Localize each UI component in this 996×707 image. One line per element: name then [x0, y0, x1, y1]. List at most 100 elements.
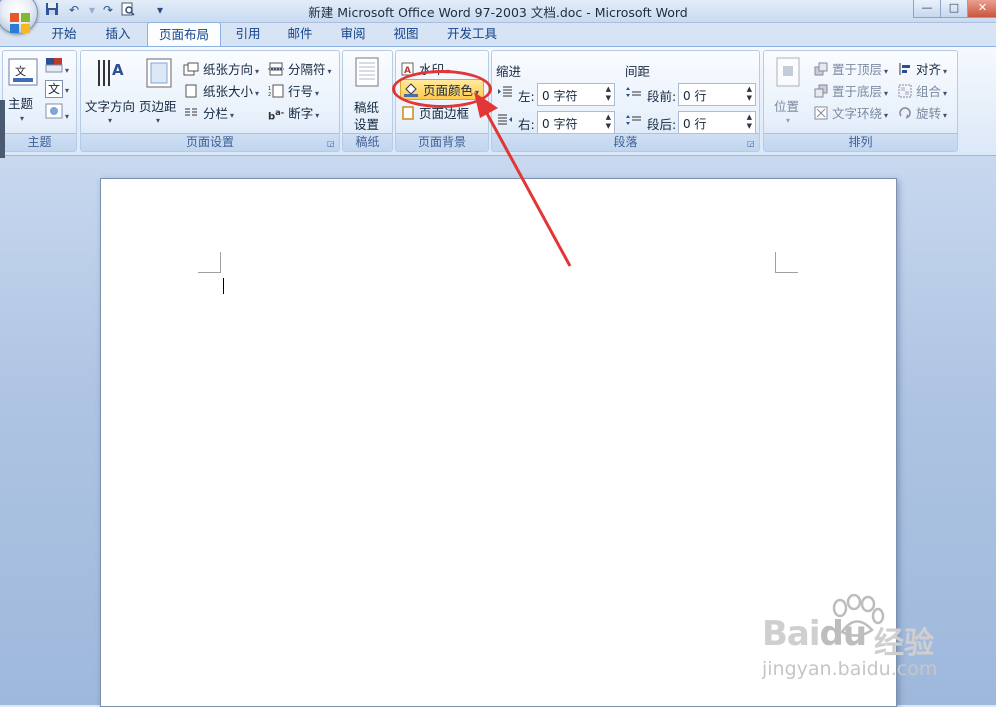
undo-icon[interactable]: ↶	[66, 2, 82, 18]
indent-title: 缩进	[496, 64, 522, 79]
window-title: 新建 Microsoft Office Word 97-2003 文档.doc …	[308, 5, 688, 20]
spacing-after-spinner[interactable]: 0 行 ▲ ▼	[678, 111, 756, 134]
tab-references[interactable]: 引用	[226, 22, 270, 46]
tab-review[interactable]: 审阅	[331, 22, 375, 46]
themes-icon[interactable]: 文	[7, 57, 39, 87]
spacing-before-label: 段前:	[647, 89, 677, 104]
spacing-before-spinner[interactable]: 0 行 ▲ ▼	[678, 83, 756, 106]
watermark-brand-suffix: du	[819, 614, 868, 654]
spacing-after-value: 0 行	[683, 117, 707, 131]
spin-down-icon[interactable]: ▼	[606, 94, 611, 102]
draft-paper-button-line2[interactable]: 设置	[354, 114, 379, 133]
tab-page-layout[interactable]: 页面布局	[147, 22, 221, 48]
text-wrapping-label: 文字环绕	[831, 106, 882, 121]
save-icon[interactable]	[44, 2, 60, 18]
group-objects-label: 组合	[915, 84, 941, 99]
rotate-icon	[898, 106, 912, 123]
page-setup-launcher-icon[interactable]: ◲	[327, 139, 336, 148]
baidu-jingyan-watermark: Baidu 经验 jingyan.baidu.com	[760, 592, 990, 687]
theme-effects-icon[interactable]: ▾	[45, 103, 69, 122]
theme-colors-icon[interactable]: ▾	[45, 57, 69, 76]
group-label-draft-paper: 稿纸	[343, 133, 392, 151]
text-wrapping-button[interactable]: 文字环绕 ▾	[814, 103, 888, 123]
columns-icon	[183, 106, 199, 123]
theme-fonts-icon[interactable]: 文 ▾	[45, 80, 69, 98]
orientation-label: 纸张方向	[202, 62, 253, 77]
spin-up-icon[interactable]: ▲	[606, 85, 611, 93]
tab-mailings[interactable]: 邮件	[278, 22, 322, 46]
watermark-brand: Bai	[762, 614, 821, 654]
draft-paper-icon	[355, 57, 379, 90]
bring-to-front-button[interactable]: 置于顶层 ▾	[814, 59, 888, 79]
send-to-back-label: 置于底层	[831, 84, 882, 99]
watermark-cn: 经验	[874, 626, 934, 661]
tab-developer[interactable]: 开发工具	[436, 22, 508, 46]
size-label: 纸张大小	[202, 84, 253, 99]
hyphenation-button[interactable]: ba- 断字 ▾	[268, 103, 319, 122]
customize-qat-icon[interactable]: ▾	[152, 2, 168, 18]
page-size-icon	[183, 84, 199, 101]
bring-to-front-label: 置于顶层	[831, 62, 882, 77]
send-to-back-button[interactable]: 置于底层 ▾	[814, 81, 888, 101]
spin-down-icon[interactable]: ▼	[747, 94, 752, 102]
svg-text:2: 2	[268, 92, 271, 98]
size-button[interactable]: 纸张大小 ▾	[183, 81, 259, 101]
svg-text:文: 文	[15, 64, 26, 78]
breaks-button[interactable]: 分隔符 ▾	[268, 59, 332, 79]
group-label-arrange: 排列	[764, 133, 957, 151]
group-arrange: 位置 ▾ 置于顶层 ▾ 置于底层 ▾ 文字环绕 ▾ 对齐 ▾ 组合 ▾ 旋转 ▾ 排列	[763, 50, 958, 152]
spacing-before-value: 0 行	[683, 89, 707, 103]
group-draft-paper: 稿纸 设置 稿纸	[342, 50, 393, 152]
paragraph-launcher-icon[interactable]: ◲	[747, 139, 756, 148]
send-to-back-icon	[814, 84, 828, 101]
bring-to-front-icon	[814, 62, 828, 79]
margin-corner-top-left	[198, 252, 221, 273]
margins-dropdown-icon[interactable]: ▾	[154, 111, 160, 126]
spin-up-icon[interactable]: ▲	[606, 113, 611, 121]
breaks-icon	[268, 62, 284, 79]
margins-icon	[145, 57, 173, 92]
hyphenation-label: 断字	[288, 106, 314, 121]
minimize-button[interactable]: —	[913, 0, 941, 18]
close-button[interactable]: ✕	[967, 0, 996, 18]
line-numbers-label: 行号	[287, 84, 313, 99]
hyphenation-icon: ba-	[268, 106, 285, 123]
spin-down-icon[interactable]: ▼	[606, 122, 611, 130]
group-themes: 文 主题 ▾ ▾ 文 ▾ ▾ 主题	[2, 50, 77, 152]
rotate-button[interactable]: 旋转 ▾	[898, 103, 947, 123]
line-numbers-icon: 12	[268, 84, 284, 101]
spin-up-icon[interactable]: ▲	[747, 113, 752, 121]
align-icon	[898, 62, 912, 79]
group-label-themes: 主题	[3, 133, 76, 151]
spacing-after-label: 段后:	[647, 117, 677, 132]
themes-dropdown-icon[interactable]: ▾	[18, 109, 24, 124]
text-cursor	[223, 278, 224, 294]
page-borders-icon	[401, 106, 415, 123]
left-edge-handle	[0, 100, 5, 158]
text-direction-dropdown-icon[interactable]: ▾	[106, 111, 112, 126]
redo-icon[interactable]: ↷	[100, 2, 116, 18]
watermark-url: jingyan.baidu.com	[762, 658, 938, 680]
group-objects-button[interactable]: 组合 ▾	[898, 81, 947, 101]
tab-insert[interactable]: 插入	[96, 22, 140, 46]
text-direction-icon: A	[95, 57, 127, 92]
text-wrapping-icon	[814, 106, 828, 123]
undo-dropdown-icon[interactable]: ▾	[84, 2, 100, 18]
print-preview-icon[interactable]	[120, 2, 136, 18]
align-button[interactable]: 对齐 ▾	[898, 59, 947, 79]
maximize-button[interactable]: □	[940, 0, 968, 18]
align-label: 对齐	[915, 62, 941, 77]
tab-view[interactable]: 视图	[384, 22, 428, 46]
ribbon-tabs: 开始 插入 页面布局 引用 邮件 审阅 视图 开发工具	[0, 22, 996, 48]
spin-up-icon[interactable]: ▲	[747, 85, 752, 93]
spin-down-icon[interactable]: ▼	[747, 122, 752, 130]
spacing-before-icon	[626, 86, 642, 101]
orientation-button[interactable]: 纸张方向 ▾	[183, 59, 259, 79]
columns-button[interactable]: 分栏 ▾	[183, 103, 234, 123]
group-objects-icon	[898, 84, 912, 101]
position-dropdown-icon[interactable]: ▾	[784, 111, 790, 126]
tab-home[interactable]: 开始	[42, 22, 86, 46]
line-numbers-button[interactable]: 12 行号 ▾	[268, 81, 319, 101]
columns-label: 分栏	[202, 106, 228, 121]
annotation-arrow-icon	[474, 92, 572, 267]
